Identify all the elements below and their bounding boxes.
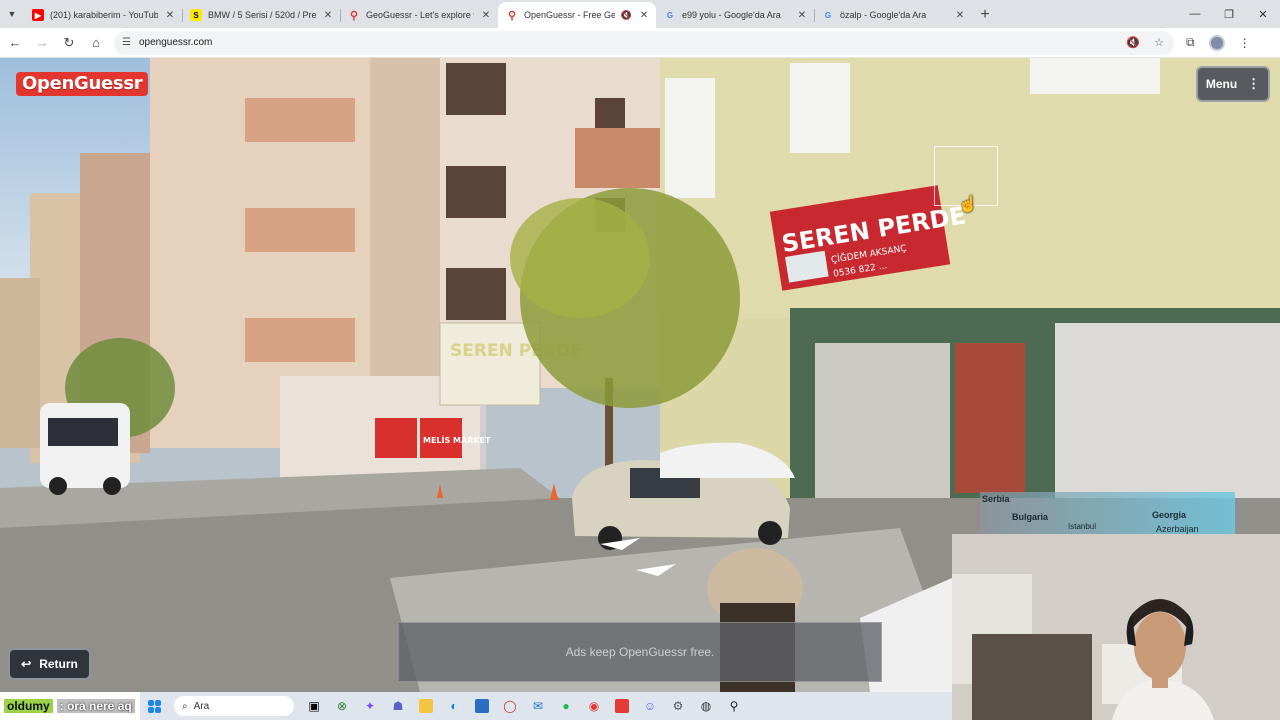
- tab-title: BMW / 5 Serisi / 520d / Premium: [208, 10, 316, 20]
- sahibinden-icon: S: [190, 9, 202, 21]
- opera-icon[interactable]: ◯: [496, 695, 524, 717]
- map-label: Georgia: [1152, 510, 1187, 520]
- edge-icon[interactable]: ◐: [440, 695, 468, 717]
- reload-icon[interactable]: ↻: [57, 31, 81, 55]
- tab-youtube[interactable]: ▶ (201) karabiberim - YouTube ✕: [24, 2, 182, 28]
- map-label: Serbia: [982, 494, 1010, 504]
- chrome-icon[interactable]: ◉: [580, 695, 608, 717]
- webcam-overlay: [952, 534, 1280, 720]
- minimize-icon[interactable]: —: [1178, 0, 1212, 28]
- tab-title: e99 yolu - Google'da Ara: [682, 10, 781, 20]
- tab-google-e99[interactable]: G e99 yolu - Google'da Ara ✕: [656, 2, 814, 28]
- taskbar-search[interactable]: ⌕ Ara: [174, 696, 294, 716]
- close-icon[interactable]: ✕: [954, 10, 966, 21]
- menu-label: Menu: [1205, 77, 1238, 91]
- bookmark-star-icon[interactable]: ☆: [1154, 36, 1164, 49]
- discord-icon[interactable]: ☺: [636, 695, 664, 717]
- google-icon: G: [824, 10, 832, 20]
- youtube-icon: ▶: [32, 9, 44, 21]
- forward-arrow-icon[interactable]: →: [30, 31, 54, 55]
- tab-google-ozalp[interactable]: G özalp - Google'da Ara ✕: [814, 2, 972, 28]
- webcam-scene: [952, 534, 1280, 720]
- mute-tab-icon[interactable]: 🔇: [621, 10, 632, 21]
- tab-openguessr[interactable]: ⚲ OpenGuessr - Free GeoGue 🔇 ✕: [498, 2, 656, 28]
- return-button[interactable]: ↩ Return: [8, 648, 91, 680]
- ad-placeholder: Ads keep OpenGuessr free.: [398, 622, 882, 682]
- profile-avatar[interactable]: [1208, 34, 1225, 51]
- windows-start-icon[interactable]: [140, 695, 168, 717]
- tab-title: (201) karabiberim - YouTube: [50, 10, 158, 20]
- close-icon[interactable]: ✕: [480, 10, 492, 21]
- home-icon[interactable]: ⌂: [84, 31, 108, 55]
- close-window-icon[interactable]: ✕: [1246, 0, 1280, 28]
- teams-icon[interactable]: ☗: [384, 695, 412, 717]
- windows-taskbar: ⌕ Ara ▣ ⊗ ✦ ☗ ◐ ◯ ✉ ● ◉ ☺ ⚙ ◍ ⚲: [140, 692, 952, 720]
- audio-muted-icon[interactable]: 🔇: [1126, 36, 1140, 49]
- chat-username: oldumy: [4, 699, 53, 713]
- browser-toolbar: ← → ↻ ⌂ ☰ openguessr.com 🔇 ☆ ⧉ ⋮: [0, 28, 1280, 58]
- task-view-icon[interactable]: ▣: [300, 695, 328, 717]
- tab-title: özalp - Google'da Ara: [840, 10, 927, 20]
- tab-title: OpenGuessr - Free GeoGue: [524, 10, 615, 20]
- location-pin-icon[interactable]: ⚲: [720, 695, 748, 717]
- return-label: Return: [39, 657, 78, 671]
- copilot-icon[interactable]: ✦: [356, 695, 384, 717]
- browser-menu-kebab-icon[interactable]: ⋮: [1239, 36, 1251, 50]
- chat-message: : ora nere aq: [56, 699, 135, 713]
- site-info-icon[interactable]: ☰: [122, 37, 131, 48]
- xbox-icon[interactable]: ⊗: [328, 695, 356, 717]
- guess-minimap[interactable]: Serbia Bulgaria Istanbul Georgia Azerbai…: [980, 492, 1235, 534]
- spotify-icon[interactable]: ●: [552, 695, 580, 717]
- close-icon[interactable]: ✕: [322, 10, 334, 21]
- openguessr-logo[interactable]: OpenGuessr: [16, 72, 149, 96]
- back-arrow-icon[interactable]: ←: [3, 31, 27, 55]
- close-icon[interactable]: ✕: [796, 10, 808, 21]
- close-icon[interactable]: ✕: [638, 10, 650, 21]
- browser-tab-strip: ▼ ▶ (201) karabiberim - YouTube ✕ S BMW …: [0, 0, 1280, 28]
- taskbar-search-placeholder: Ara: [193, 700, 210, 712]
- map-label: Bulgaria: [1012, 512, 1049, 522]
- address-bar[interactable]: ☰ openguessr.com 🔇 ☆: [114, 30, 1174, 55]
- window-controls: — ❐ ✕: [1178, 0, 1280, 28]
- map-label: Azerbaijan: [1156, 524, 1199, 534]
- url-text: openguessr.com: [138, 37, 213, 48]
- search-icon: ⌕: [182, 700, 188, 712]
- file-explorer-icon[interactable]: [412, 695, 440, 717]
- new-tab-plus-icon[interactable]: +: [972, 2, 998, 28]
- tab-geoguessr[interactable]: ⚲ GeoGuessr - Let's explore the w ✕: [340, 2, 498, 28]
- store-icon[interactable]: [468, 695, 496, 717]
- hand-cursor-icon: ☝: [958, 196, 978, 213]
- map-label: Istanbul: [1068, 522, 1097, 531]
- stream-chat-overlay: oldumy : ora nere aq: [0, 694, 135, 718]
- google-icon: G: [666, 10, 674, 20]
- menu-button[interactable]: Menu ⋮: [1196, 66, 1270, 102]
- extensions-puzzle-icon[interactable]: ⧉: [1186, 35, 1195, 50]
- kebab-menu-icon: ⋮: [1247, 76, 1261, 91]
- map-pin-icon: ⚲: [349, 9, 359, 22]
- tab-title: GeoGuessr - Let's explore the w: [366, 10, 474, 20]
- obs-icon[interactable]: ◍: [692, 695, 720, 717]
- market-sign-text: MELİS MARKET: [423, 435, 491, 445]
- tab-bmw[interactable]: S BMW / 5 Serisi / 520d / Premium ✕: [182, 2, 340, 28]
- ads-text: Ads keep OpenGuessr free.: [565, 645, 715, 659]
- mail-icon[interactable]: ✉: [524, 695, 552, 717]
- return-arrow-icon: ↩: [21, 657, 32, 671]
- tab-search-chevron-icon[interactable]: ▼: [0, 0, 24, 28]
- restore-icon[interactable]: ❐: [1212, 0, 1246, 28]
- settings-gear-icon[interactable]: ⚙: [664, 695, 692, 717]
- close-icon[interactable]: ✕: [164, 10, 176, 21]
- map-pin-icon: ⚲: [507, 9, 517, 22]
- app-l-icon[interactable]: [608, 695, 636, 717]
